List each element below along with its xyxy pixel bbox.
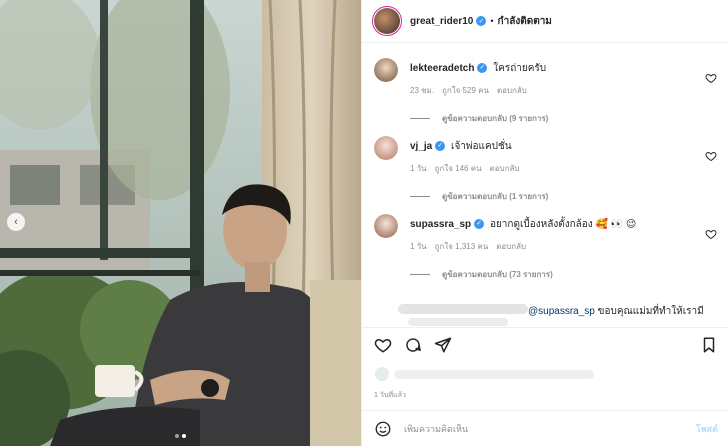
comment-item: supassra_sp ✓ อยากดูเบื้องหลังตั้งกล้อง 🥰… — [374, 214, 719, 281]
following-button[interactable]: กำลังติดตาม — [498, 14, 552, 29]
blurred-redaction — [398, 304, 528, 326]
carousel-dot — [175, 434, 179, 438]
comment-composer: โพสต์ — [362, 410, 728, 446]
author-username[interactable]: great_rider10 — [410, 16, 473, 27]
comment-text: อยากดูเบื้องหลังตั้งกล้อง 🥰 👀 😉 — [489, 219, 637, 230]
replies-divider — [410, 118, 430, 119]
comment-text: ใครถ่ายครับ — [493, 63, 547, 74]
view-replies-label: ดูข้อความตอบกลับ (1 รายการ) — [442, 192, 549, 201]
comment-item: lekteeradetch ✓ ใครถ่ายครับ 23 ชม. ถูกใจ … — [374, 58, 719, 125]
comment-likes[interactable]: ถูกใจ 1,313 คน — [435, 240, 489, 253]
mention-link[interactable]: @supassra_sp — [528, 306, 595, 317]
verified-badge-icon: ✓ — [476, 16, 487, 26]
comment-time[interactable]: 1 วัน — [410, 240, 427, 253]
commenter-username[interactable]: vj_ja — [410, 141, 432, 152]
post-side-panel: great_rider10 ✓ • กำลังติดตาม lekteerade… — [361, 0, 728, 446]
view-replies-button[interactable]: ดูข้อความตอบกลับ (1 รายการ) — [410, 190, 719, 203]
view-replies-button[interactable]: ดูข้อความตอบกลับ (73 รายการ) — [410, 268, 719, 281]
post-header: great_rider10 ✓ • กำลังติดตาม — [362, 0, 728, 43]
comment-time[interactable]: 23 ชม. — [410, 84, 434, 97]
replies-divider — [410, 274, 430, 275]
view-replies-button[interactable]: ดูข้อความตอบกลับ (9 รายการ) — [410, 112, 719, 125]
carousel-dots — [0, 434, 361, 438]
comment-icon[interactable] — [404, 336, 422, 354]
heart-icon[interactable] — [374, 336, 392, 354]
chevron-left-icon[interactable]: ‹ — [7, 213, 25, 231]
comments-list: lekteeradetch ✓ ใครถ่ายครับ 23 ชม. ถูกใจ … — [362, 44, 728, 327]
replies-divider — [410, 196, 430, 197]
partial-reply-body: ขอบคุณแม่มที่ทำให้เรามี — [594, 306, 704, 317]
carousel-dot-active — [182, 434, 186, 438]
reply-button[interactable]: ตอบกลับ — [497, 84, 527, 97]
verified-badge-icon: ✓ — [477, 63, 488, 74]
header-separator: • — [490, 16, 494, 26]
bookmark-icon[interactable] — [700, 336, 718, 354]
commenter-avatar[interactable] — [374, 214, 398, 238]
heart-icon[interactable] — [705, 228, 717, 240]
comment-likes[interactable]: ถูกใจ 529 คน — [442, 84, 489, 97]
post-photo: ‹ — [0, 0, 361, 446]
comment-item: vj_ja ✓ เจ้าพ่อแคปชั่น 1 วัน ถูกใจ 146 คน… — [374, 136, 719, 203]
post-actions — [362, 327, 728, 361]
comment-time[interactable]: 1 วัน — [410, 162, 427, 175]
commenter-username[interactable]: supassra_sp — [410, 219, 471, 230]
reply-button[interactable]: ตอบกลับ — [496, 240, 526, 253]
commenter-username[interactable]: lekteeradetch — [410, 63, 474, 74]
commenter-avatar[interactable] — [374, 58, 398, 82]
partial-reply: @supassra_sp ขอบคุณแม่มที่ทำให้เรามี — [374, 300, 719, 327]
send-icon[interactable] — [434, 336, 452, 354]
view-replies-label: ดูข้อความตอบกลับ (73 รายการ) — [442, 270, 553, 279]
likes-summary-redacted — [375, 367, 594, 381]
post-timestamp[interactable]: 1 วันที่แล้ว — [374, 390, 406, 401]
photo-illustration — [0, 0, 361, 446]
post-button[interactable]: โพสต์ — [696, 422, 718, 436]
heart-icon[interactable] — [705, 150, 717, 162]
emoji-icon[interactable] — [374, 420, 392, 438]
commenter-avatar[interactable] — [374, 136, 398, 160]
reply-button[interactable]: ตอบกลับ — [490, 162, 520, 175]
partial-reply-text: @supassra_sp ขอบคุณแม่มที่ทำให้เรามี — [528, 304, 704, 319]
view-replies-label: ดูข้อความตอบกลับ (9 รายการ) — [442, 114, 549, 123]
comment-likes[interactable]: ถูกใจ 146 คน — [435, 162, 482, 175]
comment-input[interactable] — [404, 423, 674, 434]
verified-badge-icon: ✓ — [474, 219, 485, 230]
verified-badge-icon: ✓ — [435, 141, 446, 152]
author-avatar[interactable] — [372, 6, 402, 36]
comment-text: เจ้าพ่อแคปชั่น — [451, 141, 512, 152]
heart-icon[interactable] — [705, 72, 717, 84]
